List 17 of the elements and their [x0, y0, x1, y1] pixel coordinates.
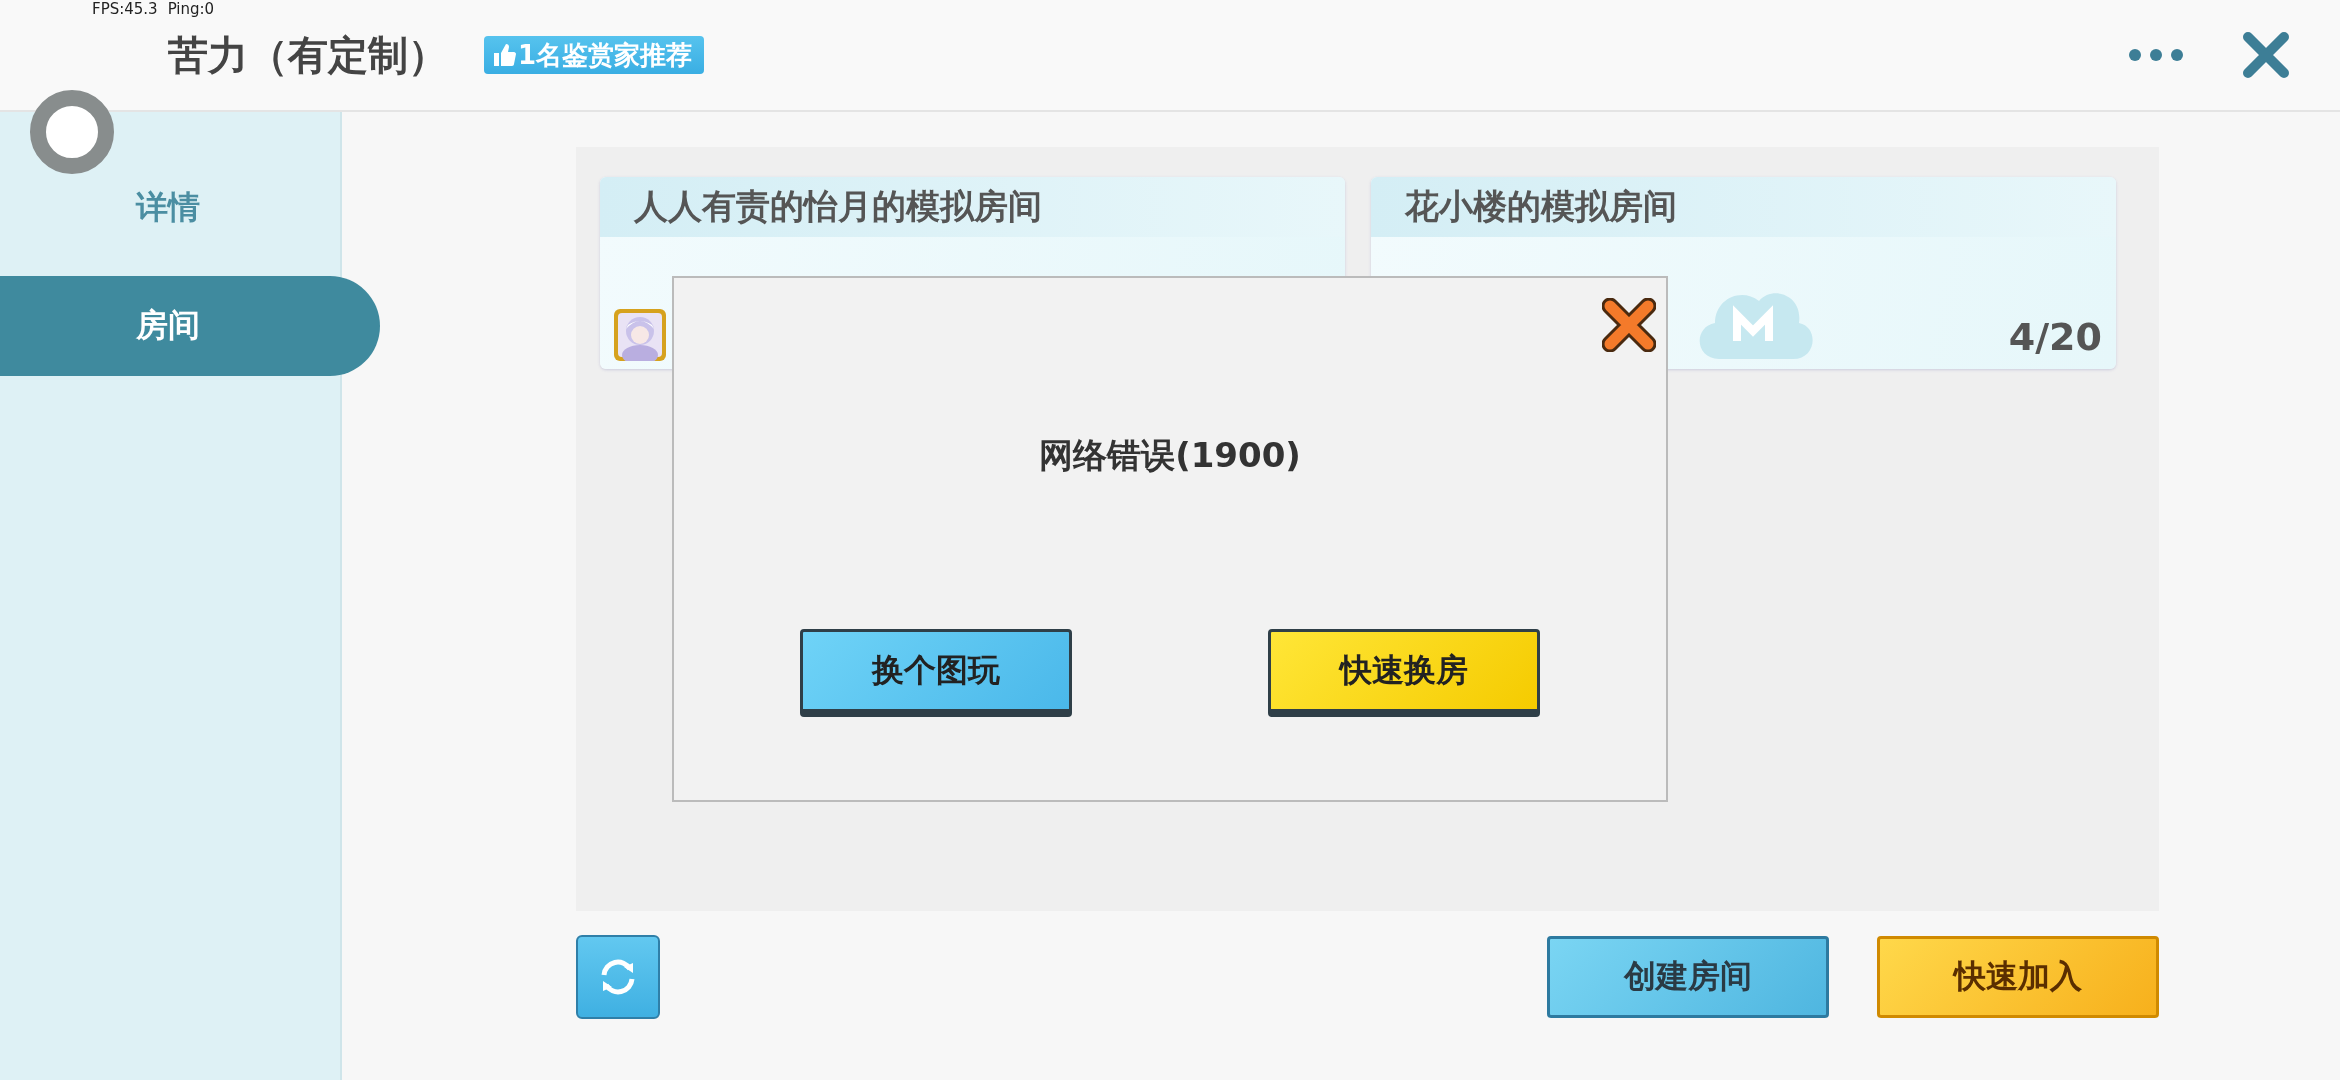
- sidebar-tab[interactable]: 房间: [0, 276, 380, 376]
- dialog-button[interactable]: 换个图玩: [800, 629, 1072, 717]
- page-title: 苦力（有定制）: [168, 30, 448, 80]
- fps-text: FPS:45.3: [92, 0, 158, 18]
- close-icon[interactable]: [1602, 298, 1656, 352]
- room-name: 花小楼的模拟房间: [1405, 185, 1677, 228]
- ping-text: Ping:0: [167, 0, 215, 18]
- player-count: 4/20: [2008, 315, 2102, 359]
- more-icon[interactable]: [2128, 48, 2184, 62]
- badge-text: 1名鉴赏家推荐: [518, 38, 693, 72]
- dialog-button[interactable]: 快速换房: [1268, 629, 1540, 717]
- refresh-button[interactable]: [576, 935, 660, 1019]
- footer-button[interactable]: 快速加入: [1877, 936, 2159, 1018]
- footer-button[interactable]: 创建房间: [1547, 936, 1829, 1018]
- error-message: 网络错误(1900): [1039, 434, 1301, 477]
- room-name: 人人有责的怡月的模拟房间: [634, 185, 1042, 228]
- thumbs-up-icon: [492, 42, 516, 68]
